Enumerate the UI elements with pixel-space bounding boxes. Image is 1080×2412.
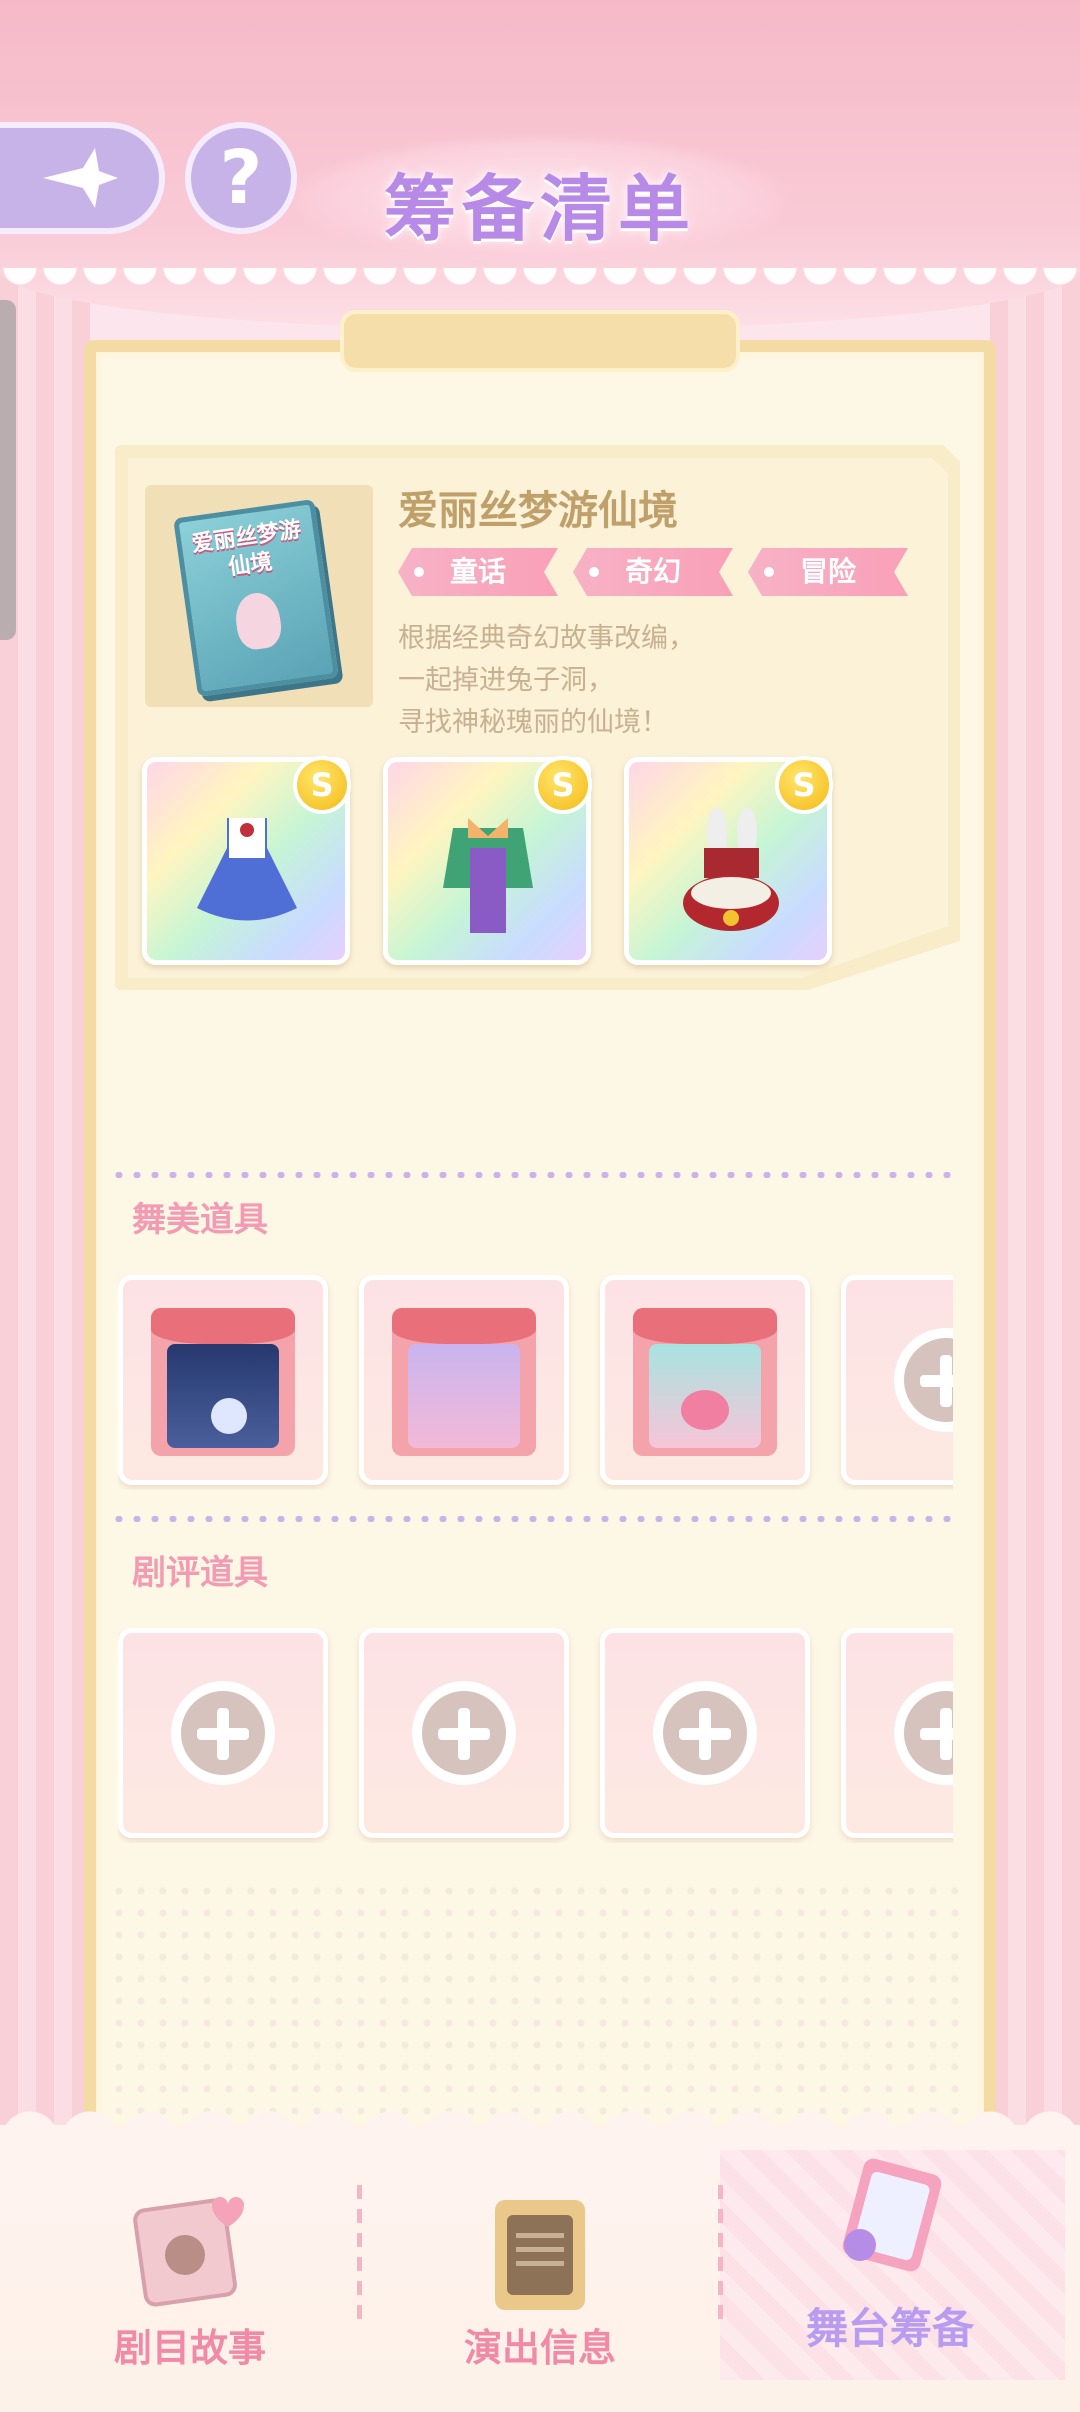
question-icon: ? — [219, 135, 263, 221]
story-tag: 童话 — [398, 548, 558, 596]
side-pull-tab[interactable] — [0, 300, 16, 640]
rank-badge: S — [534, 756, 592, 814]
nav-label: 演出信息 — [463, 2326, 616, 2370]
bottom-scallop — [0, 2110, 1080, 2140]
nav-tab-performance-info[interactable]: 演出信息 — [390, 2185, 690, 2385]
suit-icon — [443, 818, 533, 933]
dress-icon — [197, 818, 297, 921]
review-prop-slot-empty[interactable] — [841, 1628, 953, 1838]
story-description-line: 根据经典奇幻故事改编， — [398, 623, 695, 654]
outfit-item-card[interactable]: S — [624, 756, 833, 965]
rabbit-hat-icon — [683, 808, 779, 931]
nav-divider — [357, 2185, 362, 2320]
review-prop-slot-empty[interactable] — [600, 1628, 810, 1838]
dot-pattern — [108, 1880, 970, 2130]
board-clip — [340, 310, 740, 372]
stage-prop-slot-empty[interactable] — [841, 1275, 953, 1485]
plus-icon — [894, 1681, 953, 1785]
plus-icon — [171, 1681, 275, 1785]
lace-trim — [0, 268, 1080, 308]
nav-tab-story[interactable]: 剧目故事 — [40, 2185, 340, 2385]
dotted-divider — [110, 1516, 960, 1522]
stage-prop-slot[interactable] — [118, 1275, 328, 1485]
book-icon — [133, 2197, 244, 2307]
outfit-item-card[interactable]: S — [383, 756, 592, 965]
stage-heart-icon — [633, 1308, 777, 1456]
stage-prop-slot[interactable] — [359, 1275, 569, 1485]
nav-tab-stage-prep[interactable]: 舞台筹备 — [740, 2158, 1040, 2385]
review-props-row — [118, 1628, 953, 1843]
plus-icon — [412, 1681, 516, 1785]
stage-props-row — [118, 1275, 953, 1490]
nav-label: 舞台筹备 — [805, 2304, 974, 2353]
rank-badge: S — [293, 756, 351, 814]
story-title: 爱丽丝梦游仙境 — [398, 488, 678, 534]
story-tag: 冒险 — [748, 548, 908, 596]
curtain-right — [990, 0, 1080, 2150]
back-button[interactable] — [0, 122, 165, 234]
stage-prop-slot[interactable] — [600, 1275, 810, 1485]
plus-icon — [653, 1681, 757, 1785]
book-cover-title: 爱丽丝梦游仙境 — [190, 517, 303, 581]
plus-icon — [894, 1328, 953, 1432]
story-description-line: 一起掉进兔子洞， — [398, 665, 614, 696]
story-tag: 奇幻 — [573, 548, 733, 596]
story-book-icon: 爱丽丝梦游仙境 — [173, 498, 339, 698]
story-description-line: 寻找神秘瑰丽的仙境！ — [398, 707, 668, 738]
sparkle-back-icon — [42, 148, 118, 208]
section-label-stage-props: 舞美道具 — [132, 1200, 268, 1240]
section-label-review-props: 剧评道具 — [132, 1553, 268, 1593]
outfit-item-card[interactable]: S — [142, 756, 351, 965]
help-button[interactable]: ? — [185, 122, 297, 234]
rank-badge: S — [775, 756, 833, 814]
stage-wonderland-icon — [392, 1308, 536, 1456]
nav-label: 剧目故事 — [113, 2326, 266, 2370]
dotted-divider — [110, 1172, 960, 1178]
board-icon — [495, 2200, 585, 2310]
nav-divider — [718, 2185, 723, 2320]
review-prop-slot-empty[interactable] — [118, 1628, 328, 1838]
bunny-icon — [232, 590, 284, 652]
review-prop-slot-empty[interactable] — [359, 1628, 569, 1838]
stage-night-icon — [151, 1308, 295, 1456]
clipboard-icon — [842, 2158, 942, 2272]
